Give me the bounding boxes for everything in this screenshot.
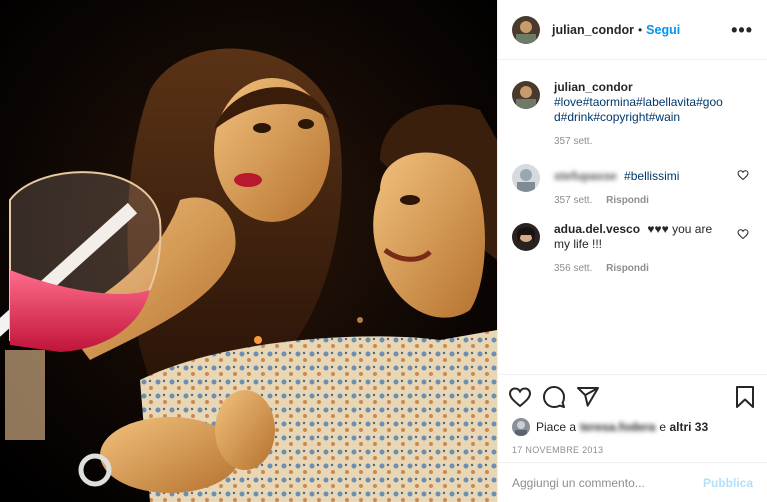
- comment-like-heart-icon[interactable]: [737, 169, 749, 181]
- liker-username[interactable]: teresa.fodera: [580, 420, 655, 434]
- commenter-avatar[interactable]: [512, 223, 540, 251]
- comment-time[interactable]: 356 sett.: [554, 263, 592, 274]
- comment-item: stefupasse #bellissimi 357 sett. Rispond…: [512, 163, 753, 206]
- post-sidebar: julian_condor • Segui ••• julian_condor …: [497, 0, 767, 502]
- likes-middle: e: [659, 420, 667, 434]
- caption-time[interactable]: 357 sett.: [554, 136, 592, 147]
- comments-list[interactable]: julian_condor #love#taormina#labellavita…: [498, 60, 767, 374]
- likes-others-link[interactable]: altri 33: [669, 420, 708, 434]
- more-options-icon[interactable]: •••: [731, 21, 753, 39]
- likes-prefix: Piace a: [536, 420, 577, 434]
- post-date[interactable]: 17 NOVEMBRE 2013: [512, 445, 757, 455]
- publish-button[interactable]: Pubblica: [703, 476, 753, 490]
- author-username[interactable]: julian_condor: [552, 23, 634, 37]
- comment-text[interactable]: #bellissimi: [624, 169, 679, 183]
- comment-username[interactable]: stefupasse: [554, 169, 617, 183]
- comment-like-heart-icon[interactable]: [737, 228, 749, 240]
- post-actions: Piace a teresa.fodera e altri 33 17 NOVE…: [498, 374, 767, 464]
- paper-plane-icon[interactable]: [576, 385, 600, 409]
- comment-username[interactable]: adua.del.vesco: [554, 222, 640, 236]
- caption-hashtags[interactable]: #love#taormina#labellavita#good#drink#co…: [554, 95, 723, 124]
- caption-username[interactable]: julian_condor: [554, 80, 725, 95]
- likes-summary: Piace a teresa.fodera e altri 33: [508, 418, 757, 436]
- action-bar: [508, 383, 757, 411]
- bookmark-icon[interactable]: [733, 385, 757, 409]
- follow-button[interactable]: Segui: [646, 23, 680, 37]
- comment-bubble-icon[interactable]: [542, 385, 566, 409]
- add-comment-bar: Pubblica: [498, 462, 767, 502]
- post-header: julian_condor • Segui •••: [498, 0, 767, 60]
- post-photo[interactable]: [0, 0, 497, 502]
- caption-avatar[interactable]: [512, 81, 540, 109]
- liker-avatar[interactable]: [512, 418, 530, 436]
- reply-button[interactable]: Rispondi: [606, 263, 649, 274]
- caption: julian_condor #love#taormina#labellavita…: [512, 80, 753, 147]
- comment-input[interactable]: [512, 475, 703, 490]
- comment-time[interactable]: 357 sett.: [554, 195, 592, 206]
- reply-button[interactable]: Rispondi: [606, 195, 649, 206]
- follow-separator: •: [637, 22, 643, 37]
- commenter-avatar[interactable]: [512, 164, 540, 192]
- photo-illustration: [0, 0, 497, 502]
- heart-icon[interactable]: [508, 385, 532, 409]
- author-avatar[interactable]: [512, 15, 540, 44]
- comment-item: adua.del.vesco ♥♥♥ you are my life !!! 3…: [512, 222, 753, 274]
